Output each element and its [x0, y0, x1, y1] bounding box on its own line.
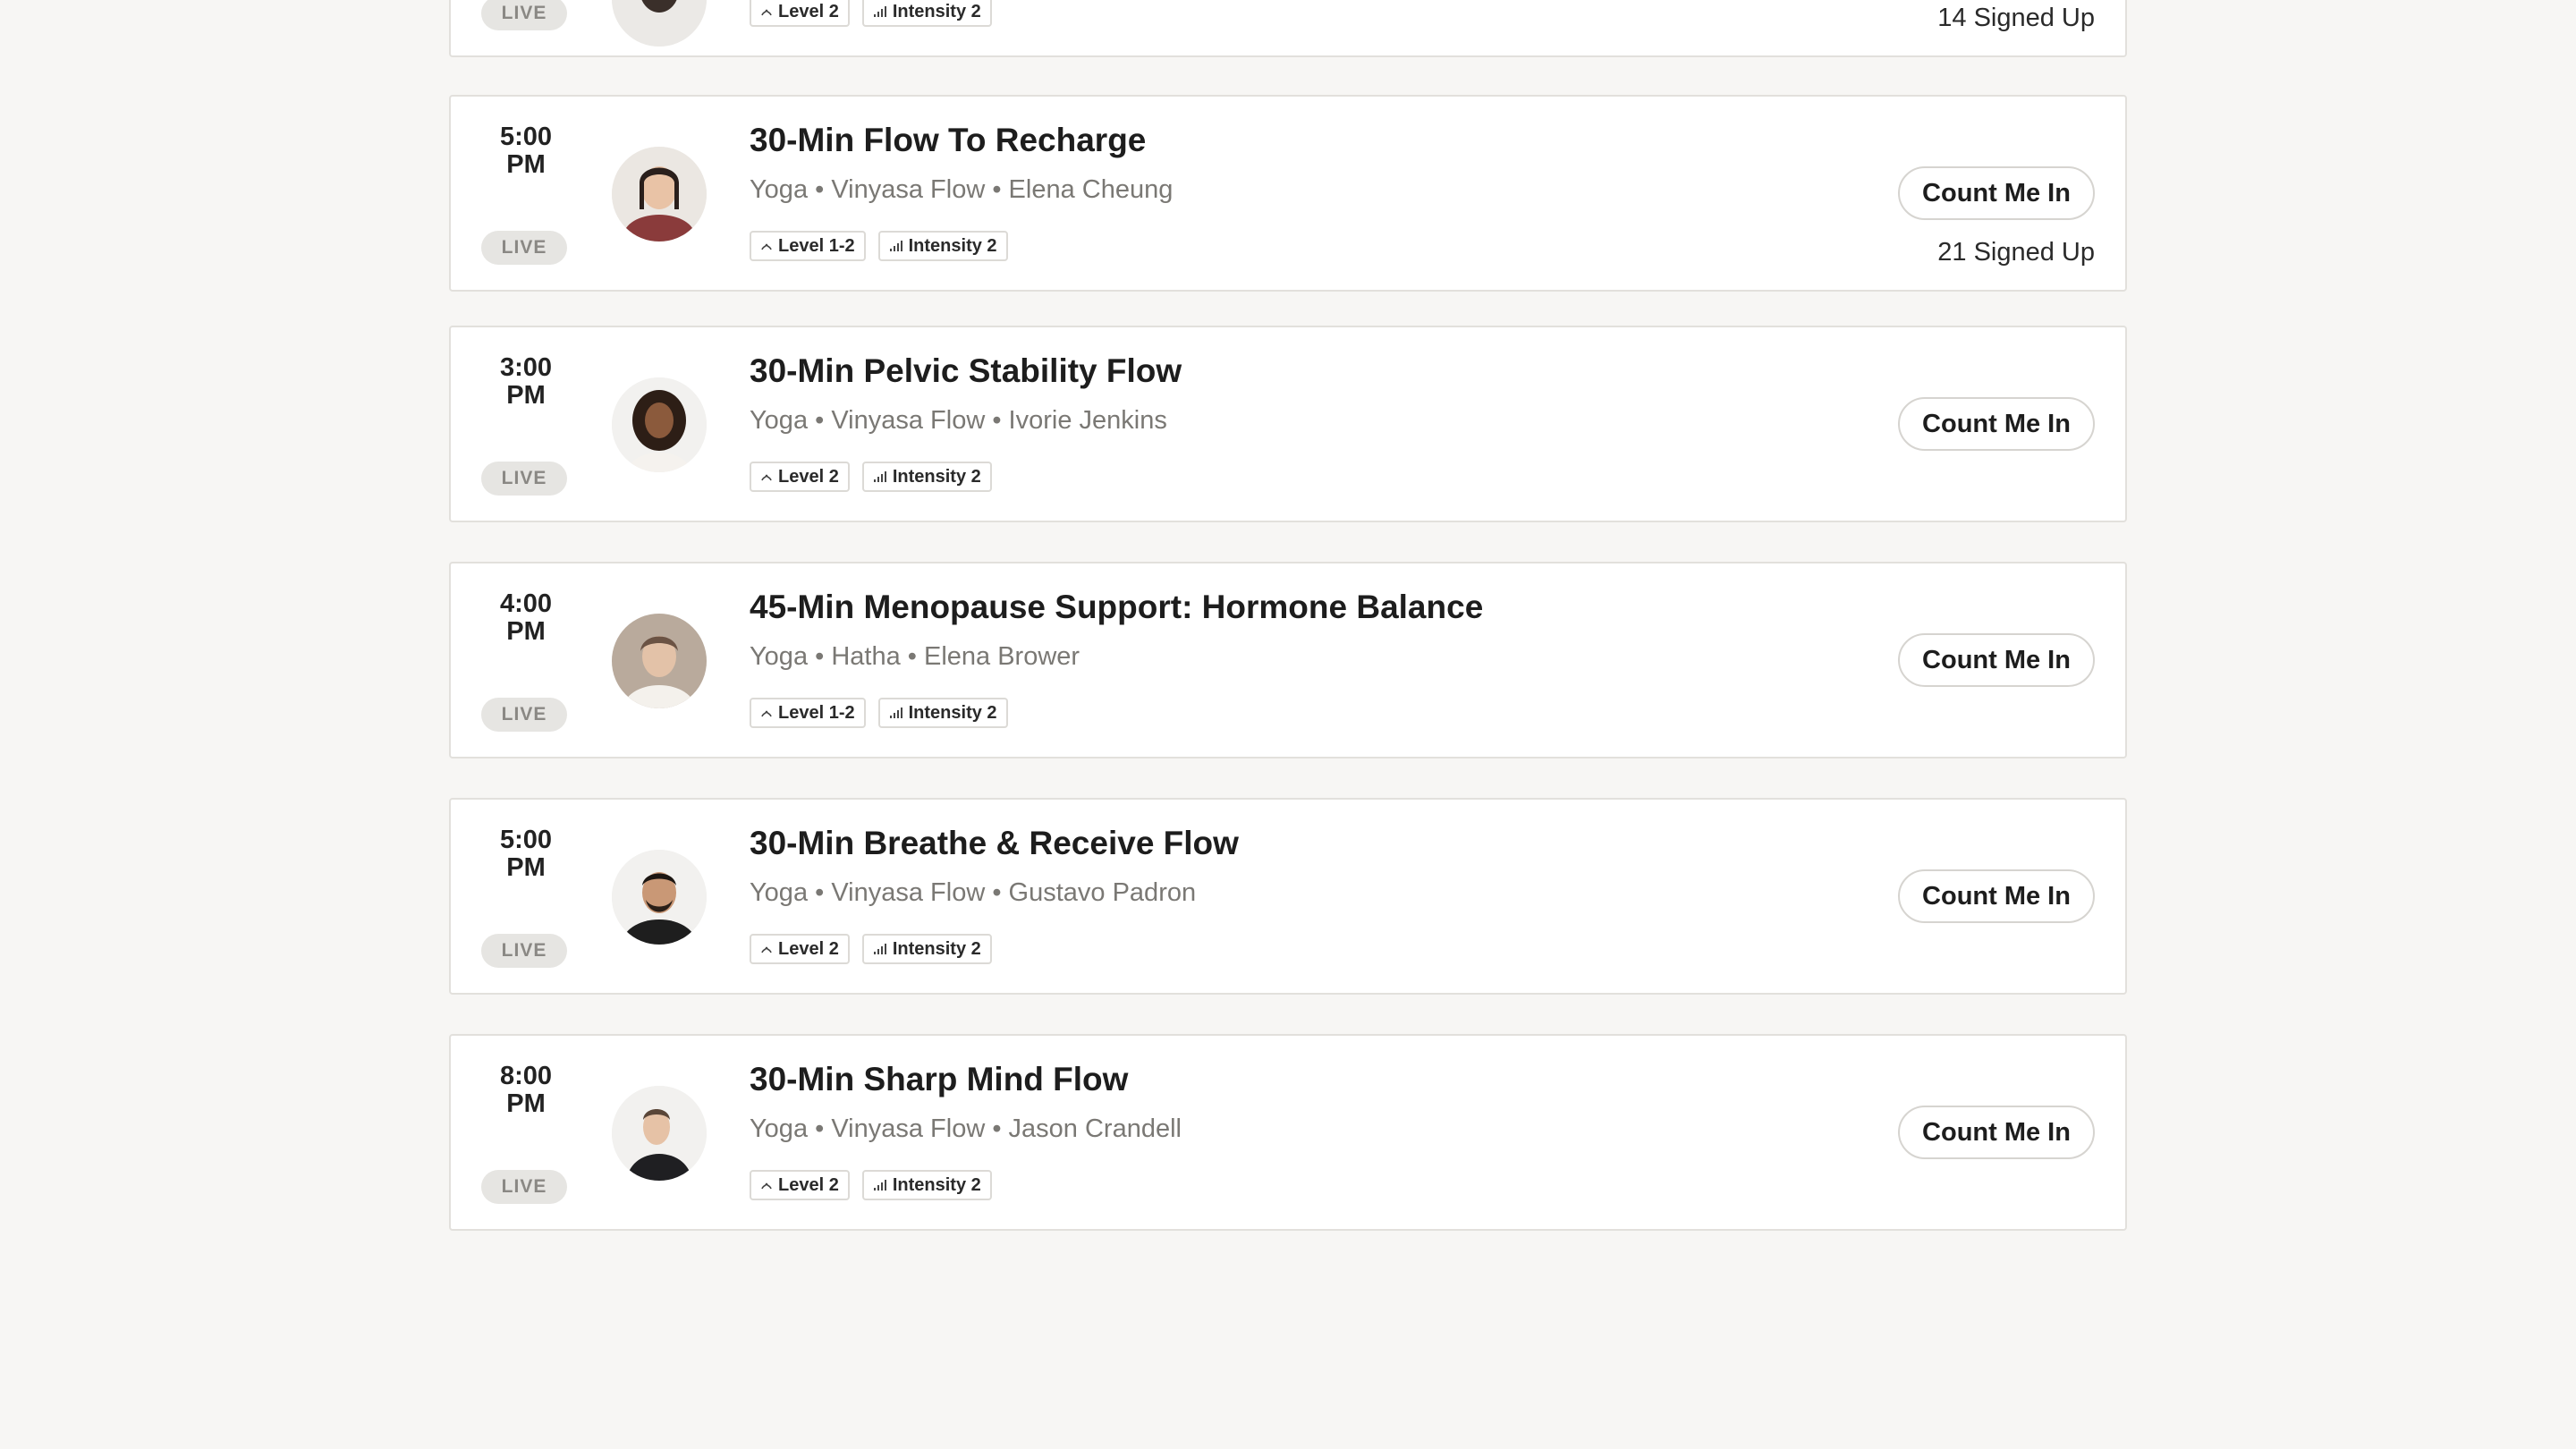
class-time: 5:00 PM: [481, 826, 571, 882]
intensity-bars-icon: [873, 1180, 886, 1191]
level-tag: Level 1-2: [750, 231, 866, 261]
intensity-tag: Intensity 2: [861, 0, 992, 27]
class-time: 3:00 PM: [481, 354, 571, 410]
class-time-period: PM: [506, 617, 546, 646]
intensity-bars-icon: [873, 471, 886, 482]
intensity-label: Intensity 2: [892, 466, 981, 487]
class-tags: Level 2 Intensity 2: [750, 0, 992, 27]
class-title[interactable]: 30-Min Sharp Mind Flow: [750, 1061, 1128, 1098]
class-time-hour: 8:00: [499, 1062, 553, 1090]
intensity-bars-icon: [889, 241, 902, 251]
instructor-avatar: [612, 147, 707, 242]
live-badge: LIVE: [481, 231, 567, 265]
count-me-in-button[interactable]: Count Me In: [1898, 166, 2095, 220]
instructor-avatar: [612, 1086, 707, 1181]
level-tag: Level 2: [750, 1170, 850, 1200]
class-time-period: PM: [506, 150, 546, 179]
class-title[interactable]: 30-Min Breathe & Receive Flow: [750, 825, 1239, 862]
level-icon: [761, 243, 772, 250]
level-icon: [761, 1182, 772, 1190]
instructor-avatar: [612, 0, 707, 47]
class-meta: Yoga • Vinyasa Flow • Elena Cheung: [750, 175, 1174, 204]
class-time-hour: 5:00: [499, 123, 553, 151]
intensity-tag: Intensity 2: [877, 698, 1008, 728]
class-title[interactable]: 45-Min Menopause Support: Hormone Balanc…: [750, 589, 1483, 626]
class-tags: Level 2 Intensity 2: [750, 934, 992, 964]
signed-up-count: 14 Signed Up: [1937, 4, 2095, 32]
instructor-avatar: [612, 850, 707, 945]
level-tag: Level 2: [750, 934, 850, 964]
level-icon: [761, 946, 772, 953]
class-tags: Level 1-2 Intensity 2: [750, 231, 1008, 261]
class-title[interactable]: 30-Min Flow To Recharge: [750, 122, 1146, 159]
class-tags: Level 2 Intensity 2: [750, 1170, 992, 1200]
class-time: 8:00 PM: [481, 1063, 571, 1118]
instructor-avatar: [612, 377, 707, 472]
intensity-tag: Intensity 2: [861, 934, 992, 964]
intensity-label: Intensity 2: [892, 1174, 981, 1195]
class-meta: Yoga • Vinyasa Flow • Jason Crandell: [750, 1114, 1182, 1143]
class-meta: Yoga • Hatha • Elena Brower: [750, 642, 1080, 671]
intensity-tag: Intensity 2: [861, 1170, 992, 1200]
live-badge: LIVE: [481, 698, 567, 732]
level-tag: Level 1-2: [750, 698, 866, 728]
class-card[interactable]: 4:00 PM LIVE 45-Min Menopause Support: H…: [449, 562, 2127, 758]
level-label: Level 2: [778, 1, 839, 21]
intensity-bars-icon: [889, 708, 902, 718]
class-time-hour: 4:00: [499, 589, 553, 618]
level-icon: [761, 710, 772, 717]
live-badge: LIVE: [481, 0, 567, 30]
class-time-period: PM: [506, 1089, 546, 1118]
level-tag: Level 2: [750, 0, 850, 27]
class-meta: Yoga • Vinyasa Flow • Ivorie Jenkins: [750, 406, 1167, 435]
class-time-hour: 5:00: [499, 826, 553, 854]
class-time-hour: 3:00: [499, 353, 553, 382]
intensity-tag: Intensity 2: [877, 231, 1008, 261]
level-tag: Level 2: [750, 462, 850, 492]
level-icon: [761, 9, 772, 16]
class-title[interactable]: 30-Min Pelvic Stability Flow: [750, 352, 1182, 390]
intensity-label: Intensity 2: [892, 1, 981, 21]
level-label: Level 2: [778, 466, 839, 487]
intensity-label: Intensity 2: [908, 702, 997, 723]
class-tags: Level 2 Intensity 2: [750, 462, 992, 492]
class-card[interactable]: LIVE Level 2 Intensity 2 14 Signed Up: [449, 0, 2127, 57]
count-me-in-button[interactable]: Count Me In: [1898, 397, 2095, 451]
class-tags: Level 1-2 Intensity 2: [750, 698, 1008, 728]
class-time: 5:00 PM: [481, 123, 571, 179]
class-card[interactable]: 5:00 PM LIVE 30-Min Breathe & Receive Fl…: [449, 798, 2127, 995]
class-card[interactable]: 8:00 PM LIVE 30-Min Sharp Mind Flow Yoga…: [449, 1034, 2127, 1231]
count-me-in-button[interactable]: Count Me In: [1898, 633, 2095, 687]
live-badge: LIVE: [481, 934, 567, 968]
class-time: 4:00 PM: [481, 590, 571, 646]
live-badge: LIVE: [481, 462, 567, 496]
instructor-avatar: [612, 614, 707, 708]
class-meta: Yoga • Vinyasa Flow • Gustavo Padron: [750, 878, 1197, 907]
intensity-bars-icon: [873, 944, 886, 954]
class-card[interactable]: 3:00 PM LIVE 30-Min Pelvic Stability Flo…: [449, 326, 2127, 522]
class-time-period: PM: [506, 853, 546, 882]
level-icon: [761, 474, 772, 481]
level-label: Level 1-2: [778, 235, 855, 256]
class-time-period: PM: [506, 381, 546, 410]
live-badge: LIVE: [481, 1170, 567, 1204]
intensity-label: Intensity 2: [908, 235, 997, 256]
level-label: Level 2: [778, 938, 839, 959]
intensity-tag: Intensity 2: [861, 462, 992, 492]
count-me-in-button[interactable]: Count Me In: [1898, 869, 2095, 923]
signed-up-count: 21 Signed Up: [1937, 238, 2095, 267]
intensity-label: Intensity 2: [892, 938, 981, 959]
count-me-in-button[interactable]: Count Me In: [1898, 1106, 2095, 1159]
class-card[interactable]: 5:00 PM LIVE 30-Min Flow To Recharge Yog…: [449, 95, 2127, 292]
intensity-bars-icon: [873, 6, 886, 17]
level-label: Level 1-2: [778, 702, 855, 723]
level-label: Level 2: [778, 1174, 839, 1195]
